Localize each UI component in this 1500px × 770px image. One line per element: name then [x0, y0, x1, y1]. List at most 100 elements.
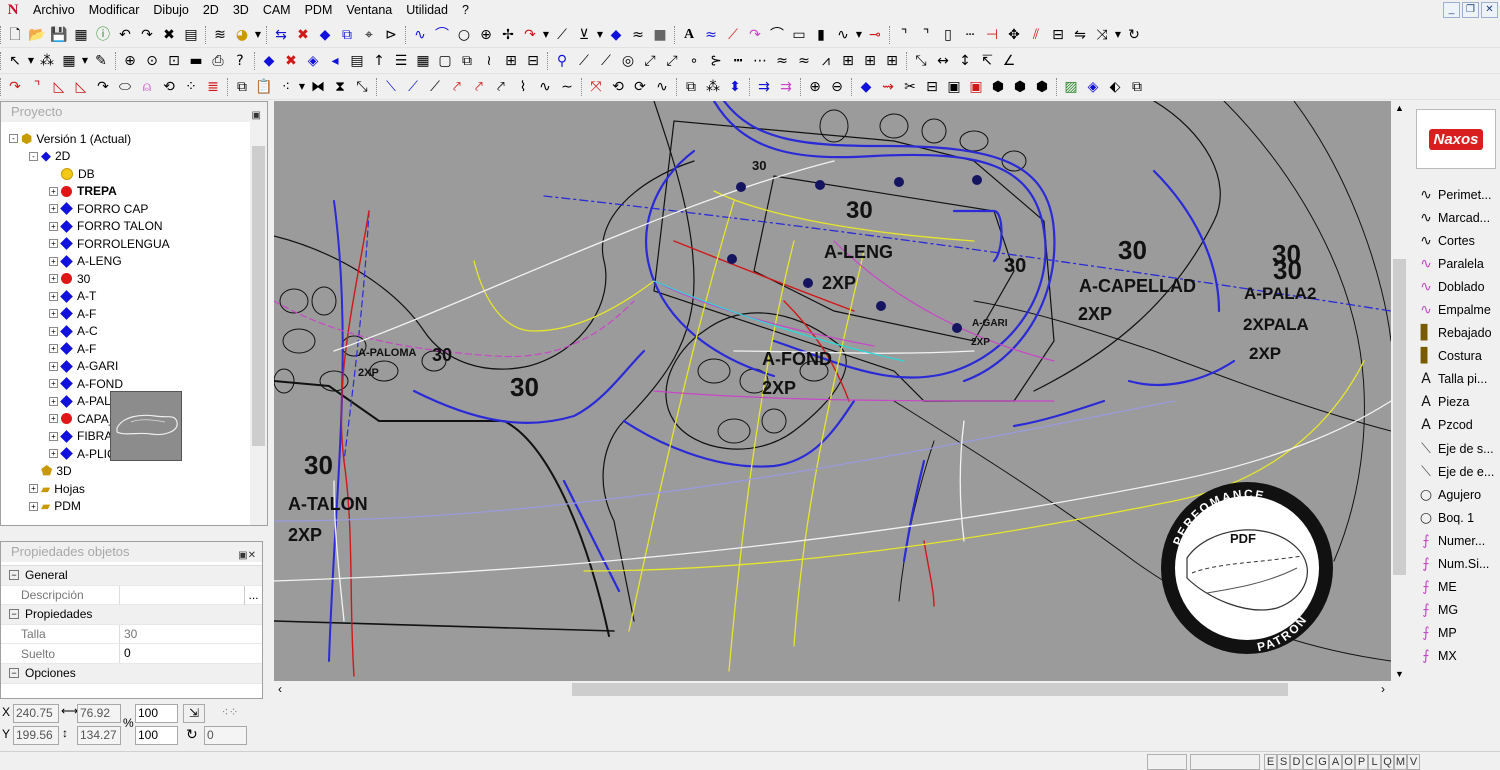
- snap-letter-o[interactable]: O: [1342, 754, 1355, 770]
- zoom-page-icon[interactable]: ⊡: [163, 50, 185, 72]
- zig-icon[interactable]: ⩘: [815, 50, 837, 72]
- y-coordinate-field[interactable]: 199.56: [13, 726, 59, 745]
- nodes-icon[interactable]: ⁘: [180, 76, 202, 98]
- tool-rebajado[interactable]: ▋ Rebajado: [1416, 322, 1494, 345]
- cancel-select-icon[interactable]: ✖: [292, 24, 314, 46]
- piece-label[interactable]: 30: [304, 450, 333, 480]
- circle-icon[interactable]: ○: [453, 24, 475, 46]
- snap-letter-m[interactable]: M: [1394, 754, 1407, 770]
- tool-perimet[interactable]: ∿ Perimet...: [1416, 183, 1494, 206]
- tree-item[interactable]: + A-LENG: [9, 253, 237, 271]
- snap-letter-l[interactable]: L: [1368, 754, 1381, 770]
- dim-corner-icon[interactable]: ↸: [976, 50, 998, 72]
- expand-toggle-icon[interactable]: +: [29, 501, 38, 511]
- menu-help[interactable]: ?: [455, 0, 476, 21]
- tree-item[interactable]: + TREPA: [9, 183, 237, 201]
- slash2-icon[interactable]: ⟋: [595, 50, 617, 72]
- tool-eje-de-s[interactable]: ⟍ Eje de s...: [1416, 437, 1494, 460]
- piece-label[interactable]: A-LENG: [824, 242, 893, 262]
- tree-item[interactable]: + A-F: [9, 340, 237, 358]
- piece-label[interactable]: 2XPALA: [1243, 315, 1309, 334]
- flip-v-icon[interactable]: ⧗: [329, 76, 351, 98]
- join-icon[interactable]: ⌒: [766, 24, 788, 46]
- minimize-icon[interactable]: _: [1443, 2, 1460, 18]
- piece-label[interactable]: A-PALA2: [1244, 284, 1316, 303]
- expand-toggle-icon[interactable]: +: [49, 414, 58, 424]
- tree-item[interactable]: DB: [9, 165, 237, 183]
- rnd3-icon[interactable]: ⬖: [1104, 76, 1126, 98]
- misc1-icon[interactable]: ◆: [855, 76, 877, 98]
- select-arrows-icon[interactable]: ⇆: [270, 24, 292, 46]
- misc4-icon[interactable]: ⊟: [921, 76, 943, 98]
- snap-nodes-icon[interactable]: ⁖⁘: [213, 704, 247, 723]
- collapse-icon[interactable]: −: [9, 570, 19, 581]
- scale-lock-icon[interactable]: ⇲: [183, 704, 205, 723]
- layers-icon[interactable]: ≋: [209, 24, 231, 46]
- curve-b-icon[interactable]: ⌝: [26, 76, 48, 98]
- expand-toggle-icon[interactable]: +: [49, 361, 58, 371]
- misc3-icon[interactable]: ✂: [899, 76, 921, 98]
- property-section[interactable]: − General: [1, 566, 262, 586]
- hatch-icon[interactable]: ≣: [202, 76, 224, 98]
- copy-doc-icon[interactable]: ⧉: [231, 76, 253, 98]
- width-field[interactable]: 76.92: [77, 704, 121, 723]
- ruler-icon[interactable]: ▬: [185, 50, 207, 72]
- collapse-icon[interactable]: −: [9, 668, 19, 679]
- tr4-icon[interactable]: ∿: [651, 76, 673, 98]
- wave3-icon[interactable]: ≈: [793, 50, 815, 72]
- scroll-thumb[interactable]: [1393, 259, 1406, 575]
- menu-2d[interactable]: 2D: [196, 0, 226, 21]
- tree-item[interactable]: +30: [9, 270, 237, 288]
- chevron-down-icon[interactable]: ▼: [854, 24, 864, 46]
- scroll-left-icon[interactable]: ‹: [278, 682, 282, 696]
- open-folder-icon[interactable]: 📂: [26, 24, 48, 46]
- delete-icon[interactable]: ✖: [158, 24, 180, 46]
- grid3-icon[interactable]: ⊞: [859, 50, 881, 72]
- menu-dibujo[interactable]: Dibujo: [146, 0, 195, 21]
- piece-label[interactable]: 30: [510, 372, 539, 402]
- piece-label[interactable]: A-TALON: [288, 494, 368, 514]
- pin-icon[interactable]: ⊸: [864, 24, 886, 46]
- select-diamond-icon[interactable]: ◆: [314, 24, 336, 46]
- menu-3d[interactable]: 3D: [226, 0, 256, 21]
- tree-item[interactable]: + ▰ Hojas: [9, 480, 237, 498]
- tool-pzcod[interactable]: A Pzcod: [1416, 414, 1494, 437]
- mod9-icon[interactable]: ∼: [556, 76, 578, 98]
- tool-numer[interactable]: ⨍ Numer...: [1416, 529, 1494, 552]
- box-icon[interactable]: ⊞: [500, 50, 522, 72]
- measure-icon[interactable]: ∿: [832, 24, 854, 46]
- brush-icon[interactable]: ✎: [90, 50, 112, 72]
- nodes2-icon[interactable]: ⁖: [275, 76, 297, 98]
- expand-toggle-icon[interactable]: +: [49, 291, 58, 301]
- zoom-all-icon[interactable]: ⊕: [119, 50, 141, 72]
- move-icon[interactable]: ✥: [1003, 24, 1025, 46]
- snap-diamond-icon[interactable]: ◆: [258, 50, 280, 72]
- expand-toggle-icon[interactable]: +: [49, 326, 58, 336]
- arrow-up-icon[interactable]: ↑: [368, 50, 390, 72]
- rotate-icon[interactable]: ⤨: [1091, 24, 1113, 46]
- piece-label[interactable]: 30: [752, 158, 766, 173]
- piece-label[interactable]: 30: [432, 345, 452, 365]
- color-icon[interactable]: ◕: [231, 24, 253, 46]
- rnd1-icon[interactable]: ▨: [1060, 76, 1082, 98]
- zoom-in-icon[interactable]: ⊕: [804, 76, 826, 98]
- curve-e-icon[interactable]: ↷: [92, 76, 114, 98]
- text-icon[interactable]: A: [678, 24, 700, 46]
- dim-h-icon[interactable]: ↔: [932, 50, 954, 72]
- expand-toggle-icon[interactable]: +: [49, 309, 58, 319]
- break-icon[interactable]: ⫽: [1025, 24, 1047, 46]
- batch-icon[interactable]: ▦: [70, 24, 92, 46]
- tr1-icon[interactable]: ⤧: [585, 76, 607, 98]
- snap-letter-q[interactable]: Q: [1381, 754, 1394, 770]
- grid4-icon[interactable]: ⊞: [881, 50, 903, 72]
- slash-icon[interactable]: ⟋: [573, 50, 595, 72]
- polyline-icon[interactable]: ⊻: [573, 24, 595, 46]
- align-icon[interactable]: ⊟: [1047, 24, 1069, 46]
- point-icon[interactable]: ⊕: [475, 24, 497, 46]
- mod1-icon[interactable]: ⟍: [380, 76, 402, 98]
- app-logo-icon[interactable]: N: [0, 0, 26, 21]
- zoom-out-icon[interactable]: ⊖: [826, 76, 848, 98]
- chevron-down-icon[interactable]: ▼: [80, 50, 90, 72]
- snap-cross-icon[interactable]: ✖: [280, 50, 302, 72]
- mod6-icon[interactable]: ⤤: [490, 76, 512, 98]
